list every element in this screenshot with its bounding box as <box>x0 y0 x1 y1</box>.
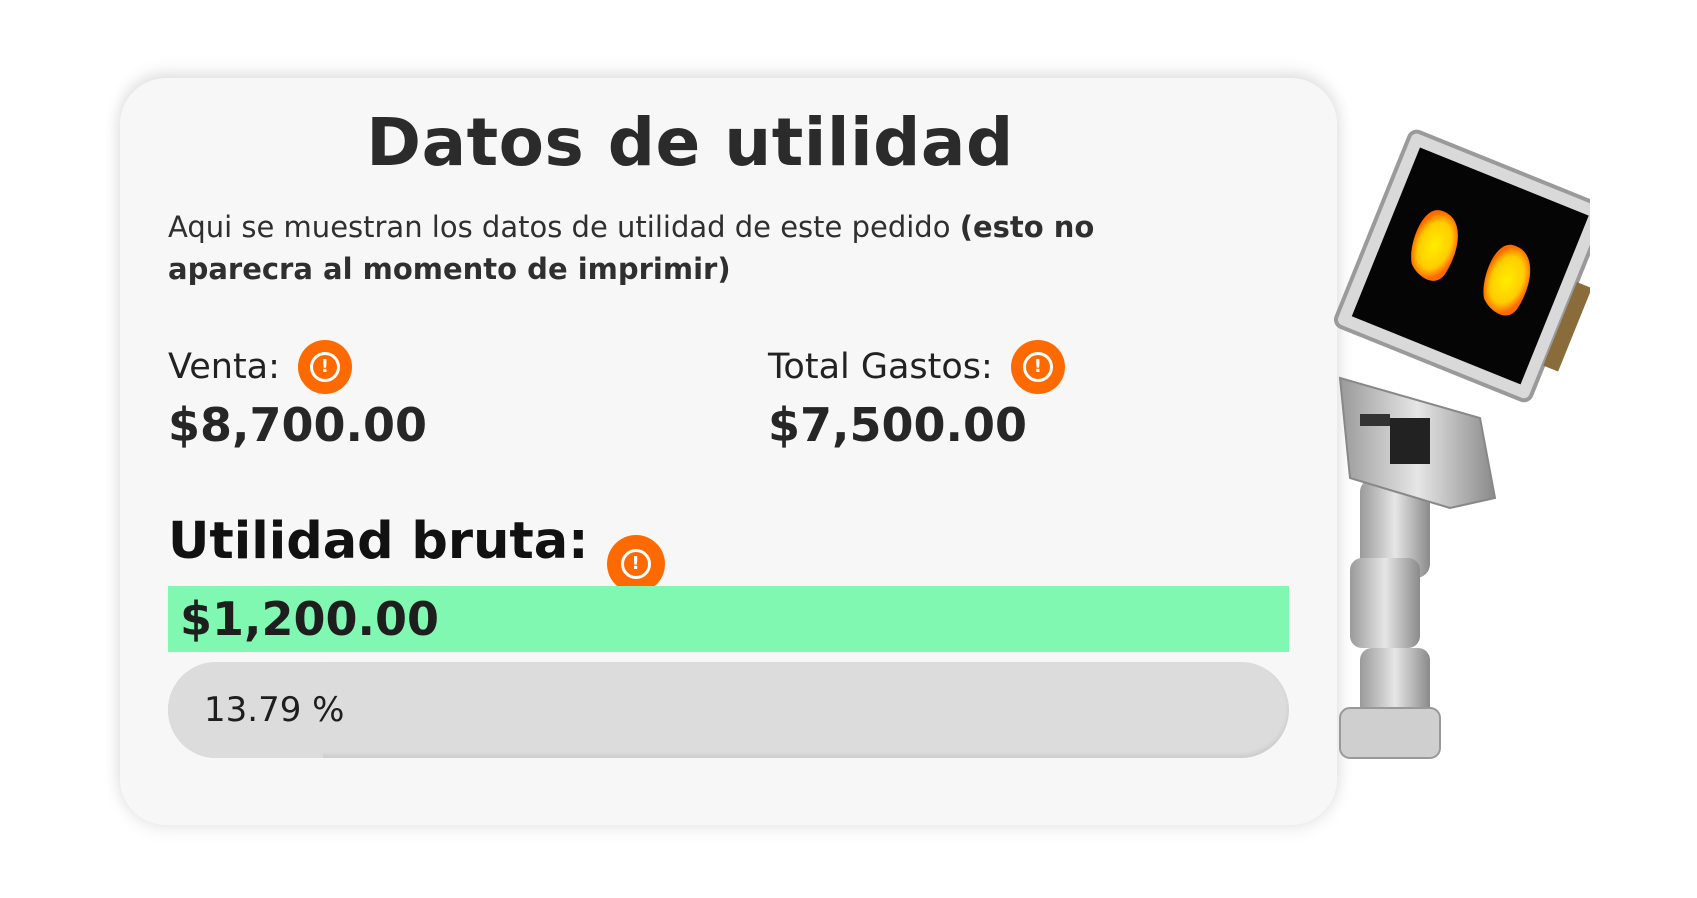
description-text: Aqui se muestran los datos de utilidad d… <box>168 210 960 244</box>
gastos-label: Total Gastos: <box>768 347 993 387</box>
utilidad-bruta-warning-icon[interactable]: ! <box>606 535 665 593</box>
robot-mascot-icon <box>1333 129 1590 759</box>
venta-label-row: Venta: ! <box>168 340 352 394</box>
utilidad-bruta-value-bar: $1,200.00 <box>168 586 1289 652</box>
venta-label: Venta: <box>168 347 280 387</box>
gastos-label-row: Total Gastos: ! <box>768 340 1065 394</box>
gastos-value: $7,500.00 <box>768 398 1027 452</box>
margin-percent-text: 13.79 % <box>204 690 345 730</box>
utilidad-bruta-value: $1,200.00 <box>180 592 439 646</box>
utilidad-bruta-label: Utilidad bruta: <box>168 512 589 571</box>
venta-value: $8,700.00 <box>168 398 427 452</box>
utility-data-card: Datos de utilidad Aqui se muestran los d… <box>120 78 1337 825</box>
margin-percent-bar: 13.79 % <box>168 662 1289 758</box>
page: Datos de utilidad Aqui se muestran los d… <box>0 0 1697 898</box>
utilidad-bruta-label-row: Utilidad bruta: ! <box>168 512 665 593</box>
gastos-warning-icon[interactable]: ! <box>1010 340 1065 394</box>
venta-warning-icon[interactable]: ! <box>297 340 352 394</box>
card-title: Datos de utilidad <box>366 104 1014 181</box>
card-description: Aqui se muestran los datos de utilidad d… <box>168 206 1208 290</box>
